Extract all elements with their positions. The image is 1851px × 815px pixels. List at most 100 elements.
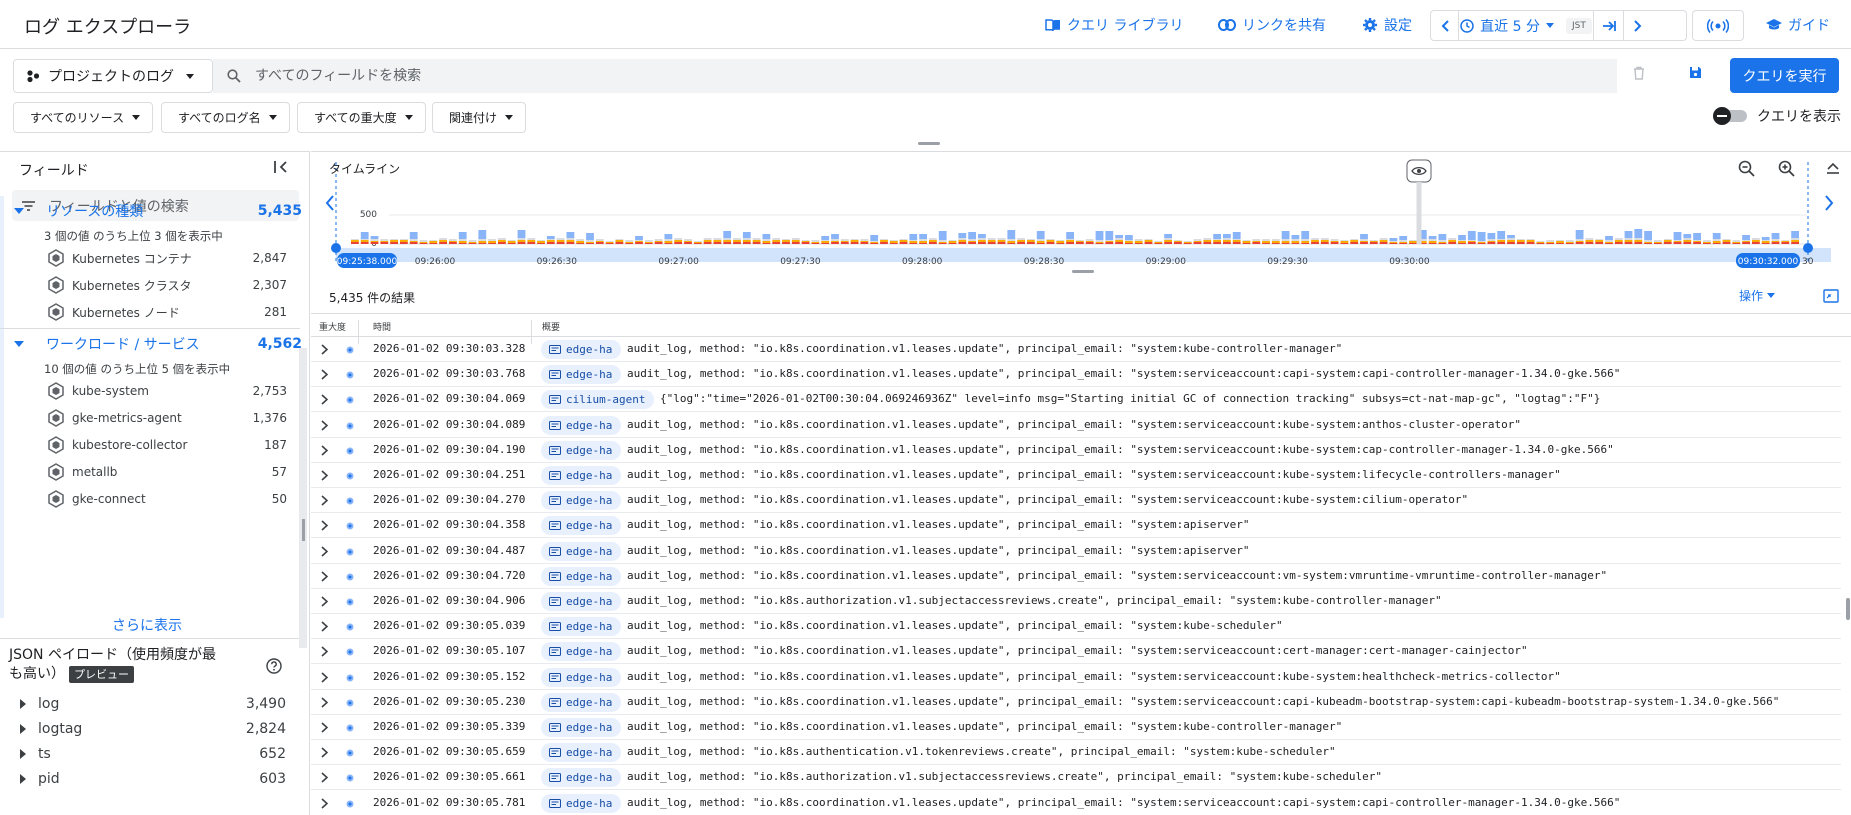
filter-all-resources[interactable]: すべてのリソース bbox=[13, 102, 154, 133]
project-logs-select[interactable]: プロジェクトのログ bbox=[13, 59, 213, 93]
field-value-item[interactable]: Kubernetes クラスタ 2,307 bbox=[47, 276, 287, 294]
log-name-chip[interactable]: edge-ha bbox=[541, 793, 622, 813]
log-name-chip[interactable]: cilium-agent bbox=[541, 390, 655, 410]
log-row[interactable]: 2026-01-02 09:30:05.107 edge-ha audit_log,… bbox=[311, 639, 1841, 665]
column-time[interactable]: 時間 bbox=[373, 320, 391, 333]
expand-row-icon[interactable] bbox=[321, 344, 328, 355]
collapse-panel-button[interactable] bbox=[274, 161, 288, 173]
log-row[interactable]: 2026-01-02 09:30:04.358 edge-ha audit_log,… bbox=[311, 513, 1841, 539]
field-value-item[interactable]: Kubernetes コンテナ 2,847 bbox=[47, 249, 287, 267]
panel-scrollbar-thumb[interactable] bbox=[302, 519, 305, 541]
filter-all-log-names[interactable]: すべてのログ名 bbox=[161, 102, 290, 133]
field-value-item[interactable]: kubestore-collector 187 bbox=[47, 436, 287, 454]
toggle-switch[interactable] bbox=[1713, 107, 1749, 125]
time-back-button[interactable] bbox=[1431, 11, 1459, 40]
filter-correlation[interactable]: 関連付け bbox=[432, 102, 527, 133]
clear-query-button[interactable] bbox=[1633, 66, 1645, 80]
expand-row-icon[interactable] bbox=[321, 621, 328, 632]
expand-row-icon[interactable] bbox=[321, 697, 328, 708]
log-name-chip[interactable]: edge-ha bbox=[541, 642, 622, 662]
query-library-button[interactable]: クエリ ライブラリ bbox=[1045, 15, 1183, 35]
expand-row-icon[interactable] bbox=[321, 419, 328, 431]
log-name-chip[interactable]: edge-ha bbox=[541, 541, 622, 561]
eye-marker[interactable] bbox=[1406, 159, 1432, 244]
log-name-chip[interactable]: edge-ha bbox=[541, 365, 622, 385]
jump-to-now-button[interactable] bbox=[1594, 11, 1624, 40]
log-row[interactable]: 2026-01-02 09:30:03.328 edge-ha audit_log,… bbox=[311, 337, 1841, 362]
log-name-chip[interactable]: edge-ha bbox=[541, 692, 622, 712]
log-name-chip[interactable]: edge-ha bbox=[541, 743, 622, 763]
panel-scrollbar[interactable] bbox=[299, 348, 307, 648]
log-row[interactable]: 2026-01-02 09:30:03.768 edge-ha audit_log,… bbox=[311, 362, 1841, 388]
expand-row-icon[interactable] bbox=[321, 596, 328, 607]
field-value-item[interactable]: kube-system 2,753 bbox=[47, 382, 287, 400]
expand-row-icon[interactable] bbox=[321, 369, 328, 380]
log-name-chip[interactable]: edge-ha bbox=[541, 592, 622, 611]
log-name-chip[interactable]: edge-ha bbox=[541, 718, 622, 737]
field-value-item[interactable]: Kubernetes ノード 281 bbox=[47, 303, 287, 321]
guide-button[interactable]: ガイド bbox=[1766, 15, 1830, 35]
log-row[interactable]: 2026-01-02 09:30:05.781 edge-ha audit_log,… bbox=[311, 791, 1841, 815]
log-row[interactable]: 2026-01-02 09:30:05.661 edge-ha audit_log,… bbox=[311, 765, 1841, 791]
time-forward-button[interactable] bbox=[1624, 11, 1652, 40]
expand-results-button[interactable] bbox=[1823, 289, 1839, 303]
log-name-chip[interactable]: edge-ha bbox=[541, 667, 622, 687]
log-row[interactable]: 2026-01-02 09:30:05.152 edge-ha audit_log,… bbox=[311, 665, 1841, 690]
timeline-next-button[interactable] bbox=[1824, 195, 1834, 211]
actions-menu[interactable]: 操作 bbox=[1739, 287, 1776, 304]
log-row[interactable]: 2026-01-02 09:30:04.069 cilium-agent {"log… bbox=[311, 387, 1841, 413]
expand-row-icon[interactable] bbox=[321, 772, 328, 783]
json-field-item[interactable]: log 3,490 bbox=[20, 696, 286, 712]
expand-row-icon[interactable] bbox=[321, 520, 328, 531]
column-severity[interactable]: 重大度 bbox=[319, 320, 346, 333]
expand-row-icon[interactable] bbox=[321, 797, 328, 809]
log-row[interactable]: 2026-01-02 09:30:04.720 edge-ha audit_log,… bbox=[311, 564, 1841, 589]
results-scrollbar-thumb[interactable] bbox=[1846, 598, 1850, 620]
show-more-link[interactable]: さらに表示 bbox=[112, 615, 182, 635]
column-summary[interactable]: 概要 bbox=[542, 320, 560, 333]
log-name-chip[interactable]: edge-ha bbox=[541, 566, 622, 586]
resize-handle[interactable] bbox=[1072, 270, 1094, 273]
range-end-handle[interactable] bbox=[1803, 243, 1813, 253]
zoom-in-button[interactable] bbox=[1778, 160, 1796, 178]
time-range-dropdown[interactable]: 直近 5 分 JST bbox=[1459, 11, 1594, 40]
log-row[interactable]: 2026-01-02 09:30:04.487 edge-ha audit_log,… bbox=[311, 539, 1841, 564]
group-workload-service[interactable]: ワークロード / サービス 4,562 bbox=[14, 334, 302, 354]
json-field-item[interactable]: pid 603 bbox=[20, 771, 286, 787]
expand-row-icon[interactable] bbox=[321, 571, 328, 582]
expand-row-icon[interactable] bbox=[321, 747, 328, 758]
share-link-button[interactable]: リンクを共有 bbox=[1218, 15, 1326, 35]
log-row[interactable]: 2026-01-02 09:30:04.251 edge-ha audit_log,… bbox=[311, 463, 1841, 488]
expand-row-icon[interactable] bbox=[321, 671, 328, 683]
stream-logs-button[interactable] bbox=[1692, 10, 1744, 41]
save-query-button[interactable] bbox=[1689, 66, 1702, 79]
log-name-chip[interactable]: edge-ha bbox=[541, 415, 622, 435]
expand-row-icon[interactable] bbox=[321, 646, 328, 657]
expand-row-icon[interactable] bbox=[321, 495, 328, 506]
log-row[interactable]: 2026-01-02 09:30:05.659 edge-ha audit_log,… bbox=[311, 740, 1841, 766]
timeline-prev-button[interactable] bbox=[325, 195, 335, 211]
help-button[interactable] bbox=[266, 658, 282, 674]
group-resource-type[interactable]: リソースの種類 5,435 bbox=[14, 201, 302, 221]
search-input[interactable] bbox=[255, 68, 1455, 84]
field-value-item[interactable]: metallb 57 bbox=[47, 463, 287, 481]
json-field-item[interactable]: logtag 2,824 bbox=[20, 721, 286, 737]
collapse-timeline-button[interactable] bbox=[1826, 162, 1840, 174]
log-name-chip[interactable]: edge-ha bbox=[541, 516, 622, 536]
log-row[interactable]: 2026-01-02 09:30:04.906 edge-ha audit_log,… bbox=[311, 589, 1841, 614]
log-name-chip[interactable]: edge-ha bbox=[541, 340, 622, 359]
log-name-chip[interactable]: edge-ha bbox=[541, 617, 622, 637]
log-row[interactable]: 2026-01-02 09:30:05.039 edge-ha audit_log,… bbox=[311, 614, 1841, 640]
timeline-histogram[interactable]: 500 0 09:26:0009:26:3009:27:0009:27:3009… bbox=[311, 152, 1851, 278]
log-row[interactable]: 2026-01-02 09:30:04.089 edge-ha audit_log,… bbox=[311, 413, 1841, 438]
log-name-chip[interactable]: edge-ha bbox=[541, 768, 622, 788]
run-query-button[interactable]: クエリを実行 bbox=[1730, 58, 1839, 93]
settings-button[interactable]: 設定 bbox=[1362, 15, 1412, 35]
field-value-item[interactable]: gke-connect 50 bbox=[47, 490, 287, 508]
resize-handle[interactable] bbox=[918, 142, 940, 145]
log-row[interactable]: 2026-01-02 09:30:04.190 edge-ha audit_log,… bbox=[311, 438, 1841, 463]
zoom-out-button[interactable] bbox=[1738, 160, 1756, 178]
expand-row-icon[interactable] bbox=[321, 445, 328, 456]
log-name-chip[interactable]: edge-ha bbox=[541, 466, 622, 485]
json-field-item[interactable]: ts 652 bbox=[20, 746, 286, 762]
